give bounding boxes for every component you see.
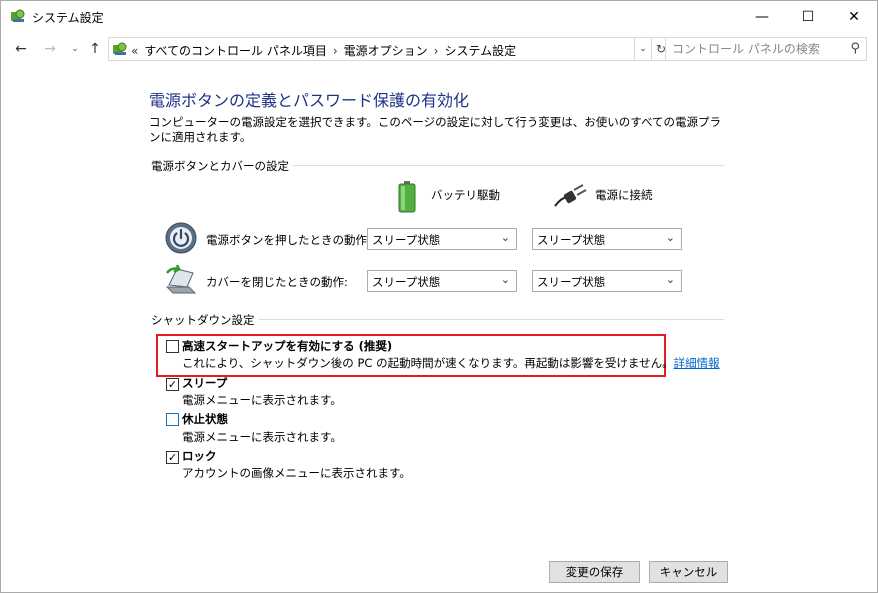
battery-icon — [398, 181, 416, 213]
power-button-plugged-select[interactable]: スリープ状態 ⌄ — [532, 228, 682, 250]
breadcrumb-item[interactable]: すべてのコントロール パネル項目 — [144, 44, 327, 58]
page-title: 電源ボタンの定義とパスワード保護の有効化 — [149, 91, 470, 110]
lid-close-battery-select[interactable]: スリープ状態 ⌄ — [367, 270, 517, 292]
breadcrumb: « すべてのコントロール パネル項目 › 電源オプション › システム設定 — [131, 42, 522, 59]
close-button[interactable]: ✕ — [831, 1, 877, 32]
lock-option-title[interactable]: ロック — [182, 448, 217, 464]
sleep-checkbox[interactable]: ✓ — [166, 378, 179, 391]
control-panel-icon — [113, 42, 127, 55]
cancel-button[interactable]: キャンセル — [649, 561, 728, 583]
power-plug-icon — [554, 184, 587, 207]
lid-close-plugged-select[interactable]: スリープ状態 ⌄ — [532, 270, 682, 292]
fast-startup-title[interactable]: 高速スタートアップを有効にする (推奨) — [182, 338, 392, 354]
minimize-button[interactable]: — — [739, 1, 785, 32]
battery-column-header: バッテリ駆動 — [431, 188, 500, 202]
chevron-down-icon: ⌄ — [665, 231, 675, 244]
address-dropdown-button[interactable]: ⌄ — [635, 37, 652, 61]
learn-more-link[interactable]: 詳細情報 — [674, 356, 720, 370]
search-box[interactable]: ⚲ — [665, 37, 867, 61]
maximize-button[interactable]: ☐ — [785, 1, 831, 32]
window-title: システム設定 — [32, 11, 104, 25]
shutdown-section-label: シャットダウン設定 — [151, 312, 259, 328]
select-value: スリープ状態 — [372, 233, 441, 247]
page-description: コンピューターの電源設定を選択できます。このページの設定に対して行う変更は、お使… — [149, 115, 722, 144]
laptop-lid-icon — [165, 264, 197, 294]
forward-button[interactable]: → — [41, 40, 59, 58]
breadcrumb-item[interactable]: 電源オプション — [344, 44, 428, 58]
fast-startup-description: これにより、シャットダウン後の PC の起動時間が速くなります。再起動は影響を受… — [182, 355, 720, 371]
power-button-action-label: 電源ボタンを押したときの動作: — [206, 233, 371, 247]
power-button-icon — [165, 222, 197, 254]
plugged-in-column-header: 電源に接続 — [595, 188, 653, 202]
sleep-option-title[interactable]: スリープ — [182, 375, 227, 391]
navigation-bar: ← → ⌄ ↑ « すべてのコントロール パネル項目 › 電源オプション › システム設定… — [1, 34, 877, 64]
fast-startup-desc-text: これにより、シャットダウン後の PC の起動時間が速くなります。再起動は影響を受… — [182, 356, 674, 370]
chevron-down-icon: ⌄ — [665, 273, 675, 286]
back-button[interactable]: ← — [12, 40, 30, 58]
breadcrumb-separator[interactable]: › — [333, 44, 338, 58]
breadcrumb-overflow[interactable]: « — [131, 44, 138, 58]
chevron-down-icon: ⌄ — [500, 231, 510, 244]
address-bar[interactable]: « すべてのコントロール パネル項目 › 電源オプション › システム設定 — [108, 37, 635, 61]
lid-close-action-label: カバーを閉じたときの動作: — [206, 275, 348, 289]
chevron-down-icon: ⌄ — [500, 273, 510, 286]
select-value: スリープ状態 — [537, 233, 606, 247]
recent-locations-button[interactable]: ⌄ — [66, 40, 84, 58]
control-panel-icon — [11, 9, 25, 22]
up-button[interactable]: ↑ — [86, 40, 104, 58]
hibernate-option-title[interactable]: 休止状態 — [182, 411, 228, 427]
fast-startup-checkbox[interactable] — [166, 340, 179, 353]
lock-checkbox[interactable]: ✓ — [166, 451, 179, 464]
search-icon[interactable]: ⚲ — [850, 41, 860, 56]
select-value: スリープ状態 — [537, 275, 606, 289]
hibernate-option-description: 電源メニューに表示されます。 — [182, 430, 342, 444]
lock-option-description: アカウントの画像メニューに表示されます。 — [182, 466, 411, 480]
search-input[interactable] — [672, 41, 842, 57]
system-settings-window: システム設定 — ☐ ✕ ← → ⌄ ↑ « すべてのコントロール パネル項目 › 電… — [0, 0, 878, 593]
sleep-option-description: 電源メニューに表示されます。 — [182, 393, 342, 407]
title-bar: システム設定 — ☐ ✕ — [1, 1, 877, 32]
power-button-battery-select[interactable]: スリープ状態 ⌄ — [367, 228, 517, 250]
hibernate-checkbox[interactable] — [166, 413, 179, 426]
save-changes-button[interactable]: 変更の保存 — [549, 561, 640, 583]
select-value: スリープ状態 — [372, 275, 441, 289]
breadcrumb-separator[interactable]: › — [434, 44, 439, 58]
breadcrumb-item[interactable]: システム設定 — [444, 44, 516, 58]
power-section-label: 電源ボタンとカバーの設定 — [151, 158, 293, 174]
